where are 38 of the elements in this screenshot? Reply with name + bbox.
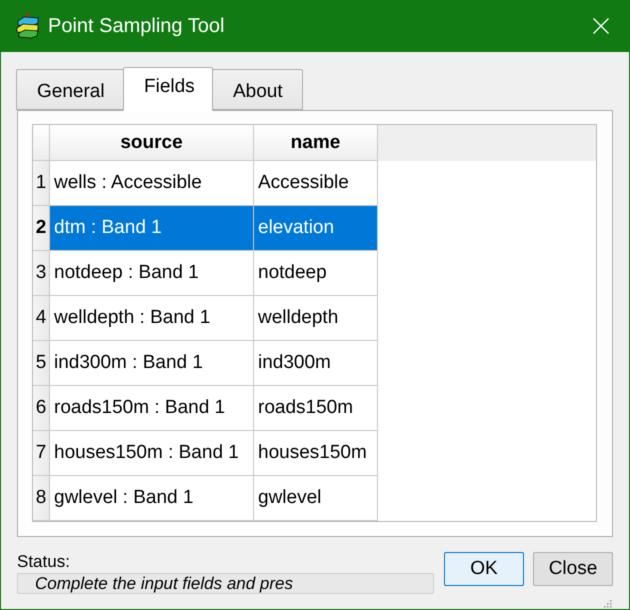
row-number[interactable]: 4 (33, 296, 50, 341)
table-cell: notdeep (254, 251, 378, 296)
window-title: Point Sampling Tool (48, 14, 226, 38)
close-icon (593, 18, 609, 34)
table-cell: ind300m : Band 1 (50, 341, 254, 386)
close-dialog-button[interactable]: Close (533, 552, 613, 586)
tab[interactable]: About (212, 69, 303, 110)
table-cell: welldepth (254, 296, 378, 341)
row-number[interactable]: 8 (33, 476, 50, 521)
row-number[interactable]: 5 (33, 341, 50, 386)
table-cell: notdeep : Band 1 (50, 251, 254, 296)
table-cell: wells : Accessible (50, 161, 254, 206)
row-number[interactable]: 1 (33, 161, 50, 206)
status-label: Status: (17, 552, 70, 571)
column-header[interactable]: source (50, 125, 254, 161)
table-cell: houses150m : Band 1 (50, 431, 254, 476)
resize-grip-icon[interactable] (602, 598, 612, 608)
status-field: Complete the input fields and pres (17, 573, 434, 594)
row-number[interactable]: 6 (33, 386, 50, 431)
column-header[interactable]: name (254, 125, 378, 161)
layers-icon (16, 13, 40, 39)
table-cell: gwlevel (254, 476, 378, 521)
table-cell: roads150m : Band 1 (50, 386, 254, 431)
table-cell: gwlevel : Band 1 (50, 476, 254, 521)
table-cell: welldepth : Band 1 (50, 296, 254, 341)
row-number[interactable]: 2 (33, 206, 50, 251)
ok-button[interactable]: OK (444, 552, 524, 586)
table-cell: houses150m (254, 431, 378, 476)
corner-header-cell[interactable] (33, 125, 50, 161)
row-number[interactable]: 7 (33, 431, 50, 476)
table-cell: dtm : Band 1 (50, 206, 254, 251)
table-cell: Accessible (254, 161, 378, 206)
table-cell: roads150m (254, 386, 378, 431)
row-number[interactable]: 3 (33, 251, 50, 296)
table-cell: elevation (254, 206, 378, 251)
tab[interactable]: General (16, 69, 124, 110)
tab[interactable]: Fields (123, 67, 213, 111)
table-cell: ind300m (254, 341, 378, 386)
